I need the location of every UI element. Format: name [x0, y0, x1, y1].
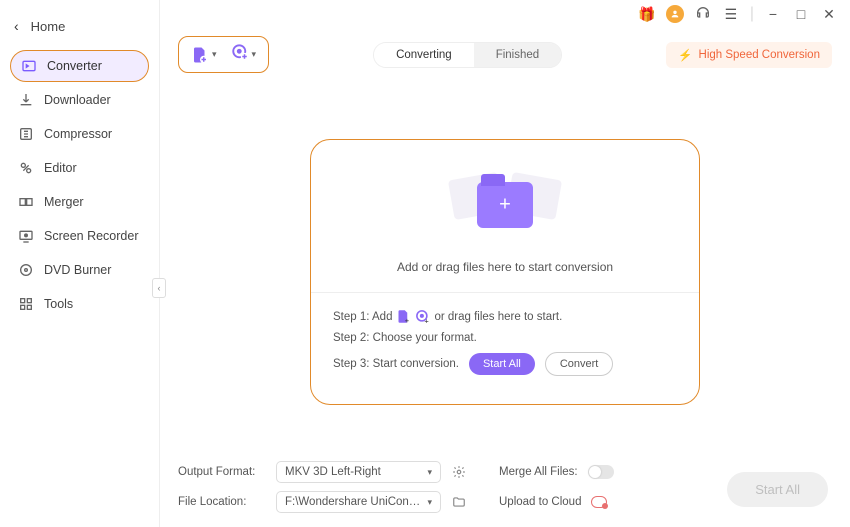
gift-icon[interactable]: 🎁	[638, 6, 656, 23]
sidebar-item-screen-recorder[interactable]: Screen Recorder	[10, 220, 149, 252]
tab-converting[interactable]: Converting	[374, 43, 474, 67]
back-home[interactable]: ‹ Home	[10, 18, 149, 34]
collapse-sidebar-handle[interactable]: ‹	[152, 278, 166, 298]
merge-toggle[interactable]	[588, 465, 614, 479]
sidebar-item-dvd-burner[interactable]: DVD Burner	[10, 254, 149, 286]
chevron-down-icon: ▾	[252, 49, 257, 60]
sidebar: ‹ Home Converter Downloader Compressor E…	[0, 0, 160, 527]
cloud-status-icon[interactable]	[591, 496, 607, 508]
step1-prefix: Step 1: Add	[333, 311, 392, 323]
sidebar-item-label: Downloader	[44, 93, 111, 107]
dropzone-top: + Add or drag files here to start conver…	[311, 168, 699, 293]
bottombar: Output Format: MKV 3D Left-Right ▾ Merge…	[160, 451, 850, 527]
step-2: Step 2: Choose your format.	[333, 332, 677, 344]
high-speed-conversion[interactable]: ⚡ High Speed Conversion	[666, 42, 832, 68]
sidebar-item-label: Converter	[47, 59, 102, 73]
main-area: 🎁 ☰ | − □ ✕ ▾ ▾ Converting Fi	[160, 0, 850, 527]
output-format-label: Output Format:	[178, 466, 266, 478]
chevron-down-icon: ▾	[427, 467, 432, 478]
converter-icon	[21, 58, 37, 74]
high-speed-label: High Speed Conversion	[699, 49, 820, 61]
sidebar-item-label: DVD Burner	[44, 263, 111, 277]
sidebar-item-merger[interactable]: Merger	[10, 186, 149, 218]
dropzone-steps: Step 1: Add + + or drag files here to st…	[311, 293, 699, 376]
svg-text:+: +	[405, 316, 410, 324]
sidebar-item-label: Screen Recorder	[44, 229, 139, 243]
lightning-icon: ⚡	[678, 48, 692, 62]
file-location-value: F:\Wondershare UniConverter 1	[285, 496, 425, 508]
start-all-button[interactable]: Start All	[727, 472, 828, 507]
add-file-icon: +	[396, 309, 411, 324]
sidebar-item-compressor[interactable]: Compressor	[10, 118, 149, 150]
avatar-icon[interactable]	[666, 5, 684, 23]
step-3: Step 3: Start conversion. Start All Conv…	[333, 352, 677, 376]
downloader-icon	[18, 92, 34, 108]
support-icon[interactable]	[694, 5, 712, 24]
output-format-value: MKV 3D Left-Right	[285, 466, 381, 478]
sidebar-item-converter[interactable]: Converter	[10, 50, 149, 82]
sidebar-item-downloader[interactable]: Downloader	[10, 84, 149, 116]
chevron-left-icon: ‹	[14, 18, 19, 34]
editor-icon	[18, 160, 34, 176]
dvd-burner-icon	[18, 262, 34, 278]
sidebar-item-label: Merger	[44, 195, 84, 209]
tools-icon	[18, 296, 34, 312]
output-format-select[interactable]: MKV 3D Left-Right ▾	[276, 461, 441, 483]
file-location-select[interactable]: F:\Wondershare UniConverter 1 ▾	[276, 491, 441, 513]
chevron-down-icon: ▾	[427, 497, 432, 508]
topbar: ▾ ▾ Converting Finished ⚡ High Speed Con…	[160, 28, 850, 83]
dropzone[interactable]: + Add or drag files here to start conver…	[310, 139, 700, 405]
merge-label: Merge All Files:	[499, 466, 578, 478]
home-label: Home	[31, 19, 66, 34]
open-folder-icon[interactable]	[451, 494, 467, 510]
minimize-button[interactable]: −	[764, 6, 782, 22]
sidebar-item-editor[interactable]: Editor	[10, 152, 149, 184]
add-dvd-icon: +	[415, 309, 430, 324]
file-location-label: File Location:	[178, 496, 266, 508]
step1-suffix: or drag files here to start.	[434, 311, 562, 323]
svg-text:+: +	[425, 316, 430, 324]
compressor-icon	[18, 126, 34, 142]
menu-icon[interactable]: ☰	[722, 6, 740, 23]
sidebar-item-tools[interactable]: Tools	[10, 288, 149, 320]
titlebar: 🎁 ☰ | − □ ✕	[160, 0, 850, 28]
convert-example-button[interactable]: Convert	[545, 352, 614, 376]
sidebar-item-label: Editor	[44, 161, 77, 175]
dropzone-text: Add or drag files here to start conversi…	[397, 260, 613, 274]
tabs: Converting Finished	[373, 42, 562, 68]
sidebar-item-label: Tools	[44, 297, 73, 311]
step-1: Step 1: Add + + or drag files here to st…	[333, 309, 677, 324]
content: + Add or drag files here to start conver…	[160, 83, 850, 451]
tab-finished[interactable]: Finished	[474, 43, 561, 67]
folder-illustration: +	[445, 168, 565, 246]
add-dvd-icon	[231, 43, 249, 66]
chevron-down-icon: ▾	[212, 49, 217, 60]
start-all-example-button[interactable]: Start All	[469, 353, 535, 375]
screen-recorder-icon	[18, 228, 34, 244]
upload-cloud-label: Upload to Cloud	[499, 496, 581, 508]
close-button[interactable]: ✕	[820, 6, 838, 23]
add-file-button[interactable]: ▾	[191, 43, 217, 66]
add-buttons-group: ▾ ▾	[178, 36, 269, 73]
merger-icon	[18, 194, 34, 210]
sidebar-item-label: Compressor	[44, 127, 112, 141]
add-dvd-button[interactable]: ▾	[231, 43, 257, 66]
step3-text: Step 3: Start conversion.	[333, 358, 459, 370]
plus-icon: +	[499, 194, 511, 217]
add-file-icon	[191, 46, 209, 64]
settings-icon[interactable]	[451, 464, 467, 480]
maximize-button[interactable]: □	[792, 6, 810, 22]
